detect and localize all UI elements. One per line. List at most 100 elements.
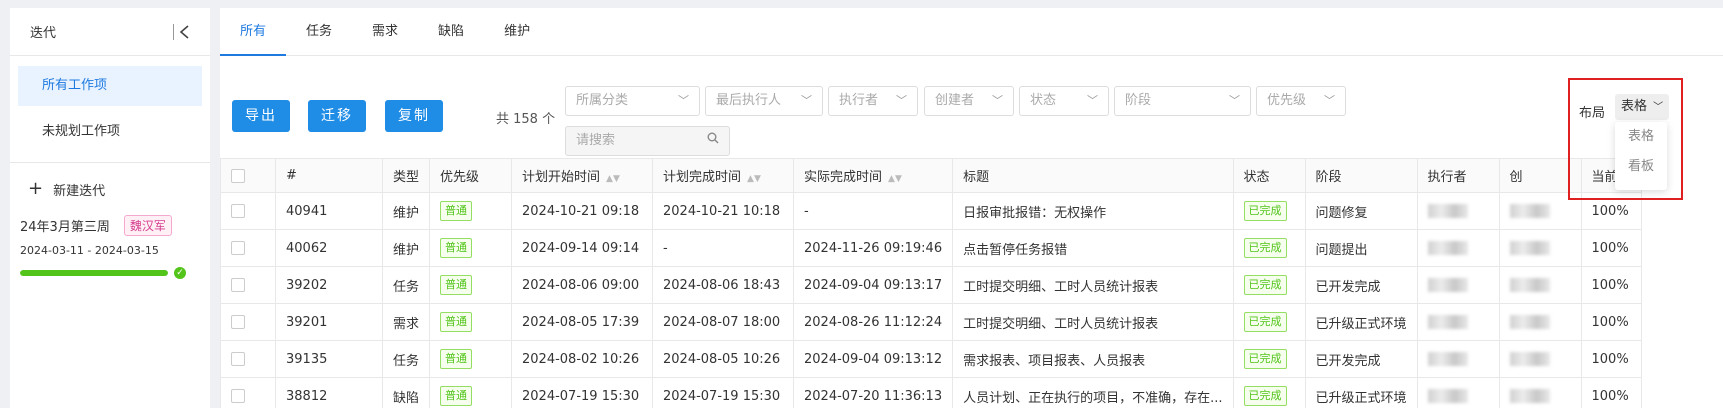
row-checkbox[interactable] (231, 278, 245, 292)
redacted-name (1427, 204, 1468, 218)
filter-stage-label: 阶段 (1125, 93, 1152, 108)
check-circle-icon: ✓ (174, 267, 186, 279)
new-iteration-button[interactable]: + 新建迭代 (10, 167, 210, 211)
table-row[interactable]: 39201 需求 普通 2024-08-05 17:39 2024-08-07 18:0… (220, 303, 1642, 341)
redacted-name (1509, 352, 1550, 366)
layout-option-kanban[interactable]: 看板 (1615, 152, 1667, 182)
cell-status: 已完成 (1232, 377, 1306, 408)
cell-type: 任务 (381, 340, 431, 378)
filter-priority[interactable]: 优先级 ﹀ (1256, 86, 1346, 116)
select-all-checkbox[interactable] (231, 168, 245, 183)
table-row[interactable]: 39202 任务 普通 2024-08-06 09:00 2024-08-06 18:4… (220, 266, 1642, 304)
plus-icon: + (28, 178, 44, 199)
cell-title[interactable]: 需求报表、项目报表、人员报表 (952, 340, 1234, 378)
sort-icon[interactable]: ▲▼ (747, 174, 761, 184)
cell-title[interactable]: 人员计划、正在执行的项目，不准确，存在... (952, 377, 1234, 408)
filter-category[interactable]: 所属分类 ﹀ (565, 86, 700, 116)
col-type: 类型 (381, 158, 431, 193)
cell-creator (1498, 303, 1582, 341)
cell-type: 需求 (381, 303, 431, 341)
search-icon[interactable] (707, 127, 719, 155)
filter-creator[interactable]: 创建者 ﹀ (924, 86, 1014, 116)
cell-title[interactable]: 日报审批报错：无权操作 (952, 192, 1234, 230)
col-priority: 优先级 (429, 158, 513, 193)
cell-actual-end: 2024-11-26 09:19:46 (793, 229, 954, 267)
filter-status-label: 状态 (1030, 93, 1057, 108)
work-items-table: # 类型 优先级 计划开始时间 ▲▼ 计划完成时间 ▲▼ 实际完成时间 ▲▼ 标题 状… (220, 158, 1642, 408)
row-checkbox[interactable] (231, 204, 245, 218)
select-all-cell[interactable] (220, 158, 276, 193)
chevron-down-icon: ﹀ (678, 94, 689, 107)
table-row[interactable]: 40941 维护 普通 2024-10-21 09:18 2024-10-21 10:1… (220, 192, 1642, 230)
filter-stage[interactable]: 阶段 ﹀ (1114, 86, 1251, 116)
row-select-cell[interactable] (220, 377, 276, 408)
tab-maintenance[interactable]: 维护 (484, 8, 550, 55)
cell-plan-start: 2024-08-02 10:26 (511, 340, 654, 378)
cell-creator (1498, 229, 1582, 267)
cell-plan-end: 2024-08-05 10:26 (652, 340, 795, 378)
table-row[interactable]: 38812 缺陷 普通 2024-07-19 15:30 2024-07-19 15:3… (220, 377, 1642, 408)
row-checkbox[interactable] (231, 315, 245, 329)
tab-all[interactable]: 所有 (220, 8, 287, 56)
filter-last-executor[interactable]: 最后执行人 ﹀ (705, 86, 823, 116)
filter-status[interactable]: 状态 ﹀ (1019, 86, 1109, 116)
cell-actual-end: - (793, 192, 954, 230)
cell-current: 100% (1580, 303, 1642, 341)
tab-defect[interactable]: 缺陷 (418, 8, 484, 55)
row-select-cell[interactable] (220, 303, 276, 341)
copy-button[interactable]: 复制 (385, 100, 443, 132)
redacted-name (1509, 389, 1550, 403)
chevron-down-icon: ﹀ (801, 94, 812, 107)
row-select-cell[interactable] (220, 192, 276, 230)
sidebar-divider (10, 162, 210, 163)
cell-creator (1498, 192, 1582, 230)
row-select-cell[interactable] (220, 340, 276, 378)
row-select-cell[interactable] (220, 229, 276, 267)
status-badge: 已完成 (1243, 386, 1287, 406)
cell-id: 39201 (275, 303, 383, 341)
layout-option-table[interactable]: 表格 (1615, 122, 1667, 152)
search-input[interactable]: 请搜索 (565, 126, 730, 156)
row-select-cell[interactable] (220, 266, 276, 304)
table-row[interactable]: 39135 任务 普通 2024-08-02 10:26 2024-08-05 10:2… (220, 340, 1642, 378)
row-checkbox[interactable] (231, 352, 245, 366)
cell-stage: 已开发完成 (1304, 266, 1418, 304)
col-executor: 执行者 (1416, 158, 1500, 193)
search-placeholder: 请搜索 (576, 133, 616, 148)
col-plan-end-label: 计划完成时间 (663, 170, 742, 185)
sidebar-item-unplanned[interactable]: 未规划工作项 (18, 112, 202, 152)
sort-icon[interactable]: ▲▼ (888, 174, 902, 184)
filter-creator-label: 创建者 (935, 93, 975, 108)
col-plan-end[interactable]: 计划完成时间 ▲▼ (652, 158, 795, 193)
layout-select[interactable]: 表格 ﹀ (1615, 94, 1670, 120)
chevron-down-icon: ﹀ (1229, 94, 1240, 107)
filter-executor[interactable]: 执行者 ﹀ (828, 86, 918, 116)
row-checkbox[interactable] (231, 241, 245, 255)
cell-status: 已完成 (1232, 340, 1306, 378)
cell-title[interactable]: 点击暂停任务报错 (952, 229, 1234, 267)
export-button[interactable]: 导出 (232, 100, 290, 132)
col-title: 标题 (952, 158, 1234, 193)
total-count: 共 158 个 (496, 112, 556, 127)
col-actual-end[interactable]: 实际完成时间 ▲▼ (793, 158, 954, 193)
cell-title[interactable]: 工时提交明细、工时人员统计报表 (952, 266, 1234, 304)
row-checkbox[interactable] (231, 389, 245, 403)
iteration-card[interactable]: 24年3月第三周 魏汉军 2024-03-11 - 2024-03-15 ✓ (10, 211, 210, 279)
type-tabs: 所有 任务 需求 缺陷 维护 (220, 8, 1723, 56)
migrate-button[interactable]: 迁移 (308, 100, 366, 132)
priority-tag: 普通 (440, 349, 473, 369)
cell-priority: 普通 (429, 192, 513, 230)
cell-priority: 普通 (429, 340, 513, 378)
sidebar-item-all-work[interactable]: 所有工作项 (18, 66, 202, 106)
tab-task[interactable]: 任务 (286, 8, 352, 55)
tab-requirement[interactable]: 需求 (352, 8, 418, 55)
col-plan-start[interactable]: 计划开始时间 ▲▼ (511, 158, 654, 193)
col-status: 状态 (1232, 158, 1306, 193)
collapse-sidebar-icon[interactable] (173, 23, 190, 40)
sort-icon[interactable]: ▲▼ (606, 174, 620, 184)
table-row[interactable]: 40062 维护 普通 2024-09-14 09:14-2024-11-26 09:… (220, 229, 1642, 267)
cell-stage: 已升级正式环境 (1304, 303, 1418, 341)
cell-actual-end: 2024-09-04 09:13:12 (793, 340, 954, 378)
cell-title[interactable]: 工时提交明细、工时人员统计报表 (952, 303, 1234, 341)
cell-executor (1416, 229, 1500, 267)
